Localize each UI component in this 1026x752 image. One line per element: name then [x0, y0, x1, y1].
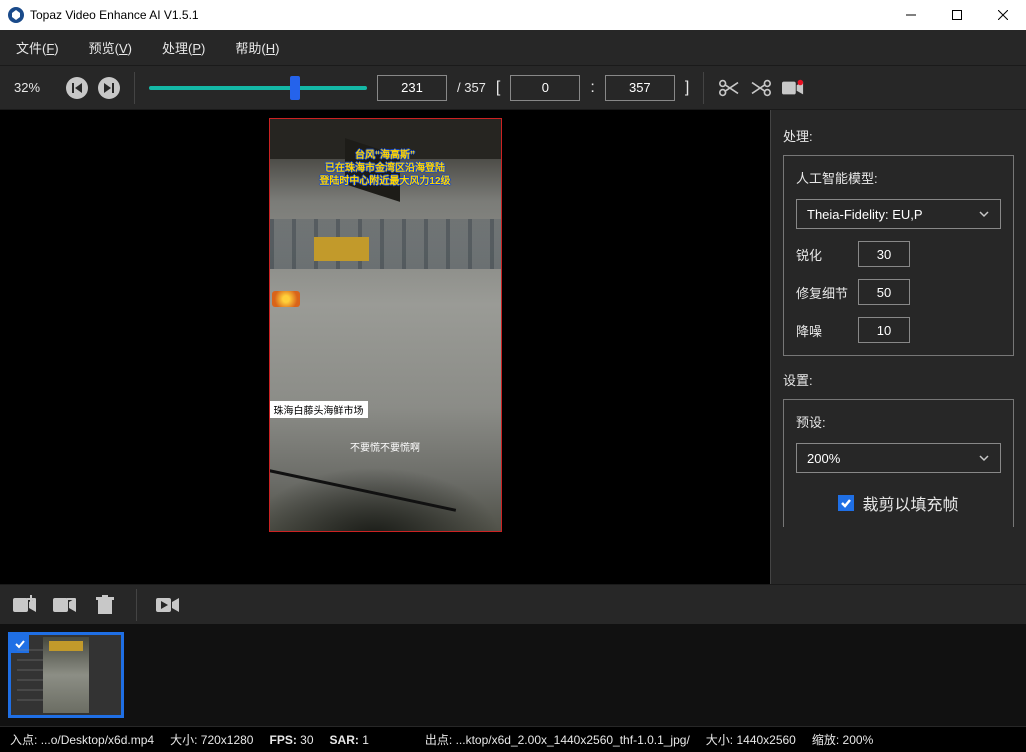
- next-frame-button[interactable]: [98, 77, 120, 99]
- bottom-toolbar: [0, 584, 1026, 624]
- menu-process[interactable]: 处理(P): [156, 34, 211, 61]
- close-button[interactable]: [980, 0, 1026, 30]
- model-select[interactable]: Theia-Fidelity: EU,P: [796, 199, 1001, 229]
- preset-select[interactable]: 200%: [796, 443, 1001, 473]
- minimize-button[interactable]: [888, 0, 934, 30]
- menu-help[interactable]: 帮助(H): [229, 34, 285, 61]
- preset-value: 200%: [807, 451, 840, 466]
- detail-input[interactable]: [858, 279, 910, 305]
- menu-file[interactable]: 文件(F): [10, 34, 65, 61]
- detail-label: 修复细节: [796, 283, 848, 302]
- statusbar: 入点: ...o/Desktop/x6d.mp4 大小: 720x1280 FP…: [0, 726, 1026, 752]
- window-title: Topaz Video Enhance AI V1.5.1: [30, 8, 199, 22]
- current-frame-input[interactable]: [377, 75, 447, 101]
- trash-icon[interactable]: [92, 592, 118, 618]
- prev-frame-button[interactable]: [66, 77, 88, 99]
- total-frames-label: / 357: [457, 80, 486, 95]
- processing-title: 处理:: [783, 126, 1014, 145]
- app-logo-icon: [8, 7, 24, 23]
- denoise-input[interactable]: [858, 317, 910, 343]
- menubar: 文件(F) 预览(V) 处理(P) 帮助(H): [0, 30, 1026, 66]
- titlebar: Topaz Video Enhance AI V1.5.1: [0, 0, 1026, 30]
- divider: [134, 72, 135, 104]
- remove-video-icon[interactable]: [52, 592, 78, 618]
- zoom-level: 32%: [14, 80, 56, 95]
- colon-separator: :: [590, 79, 594, 97]
- cut-in-icon[interactable]: [718, 77, 740, 99]
- bracket-open: [: [496, 79, 500, 97]
- settings-title: 设置:: [783, 370, 1014, 389]
- frame-slider[interactable]: [149, 78, 367, 98]
- preview-area: 台风“海高斯” 已在珠海市金湾区沿海登陆 登陆时中心附近最大风力12级 珠海白藤…: [0, 110, 770, 584]
- sharpen-input[interactable]: [858, 241, 910, 267]
- video-frame[interactable]: 台风“海高斯” 已在珠海市金湾区沿海登陆 登陆时中心附近最大风力12级 珠海白藤…: [269, 118, 502, 532]
- model-value: Theia-Fidelity: EU,P: [807, 207, 923, 222]
- in-frame-input[interactable]: [510, 75, 580, 101]
- processing-box: 人工智能模型: Theia-Fidelity: EU,P 锐化 修复细节 降噪: [783, 155, 1014, 356]
- caption-overlay: 台风“海高斯” 已在珠海市金湾区沿海登陆 登陆时中心附近最大风力12级: [270, 149, 501, 188]
- chevron-down-icon: [978, 208, 990, 220]
- thumbnail-item[interactable]: [8, 632, 124, 718]
- subtitle-label: 不要慌不要慌啊: [270, 439, 501, 454]
- model-label: 人工智能模型:: [796, 168, 1001, 187]
- location-label: 珠海白藤头海鲜市场: [270, 401, 368, 418]
- crop-checkbox[interactable]: [838, 495, 854, 511]
- maximize-button[interactable]: [934, 0, 980, 30]
- denoise-label: 降噪: [796, 321, 848, 340]
- divider: [703, 72, 704, 104]
- menu-preview[interactable]: 预览(V): [83, 34, 138, 61]
- settings-box: 预设: 200% 裁剪以填充帧: [783, 399, 1014, 527]
- sharpen-label: 锐化: [796, 245, 848, 264]
- cut-out-icon[interactable]: [750, 77, 772, 99]
- out-frame-input[interactable]: [605, 75, 675, 101]
- toolbar: 32% / 357 [ : ]: [0, 66, 1026, 110]
- right-panel: 处理: 人工智能模型: Theia-Fidelity: EU,P 锐化 修复细节…: [770, 110, 1026, 584]
- record-icon[interactable]: [782, 77, 804, 99]
- thumbnail-strip: [0, 624, 1026, 726]
- bracket-close: ]: [685, 79, 689, 97]
- divider: [136, 589, 137, 621]
- add-video-icon[interactable]: [12, 592, 38, 618]
- process-video-icon[interactable]: [155, 592, 181, 618]
- crop-label: 裁剪以填充帧: [862, 491, 958, 515]
- chevron-down-icon: [978, 452, 990, 464]
- preset-label: 预设:: [796, 412, 1001, 431]
